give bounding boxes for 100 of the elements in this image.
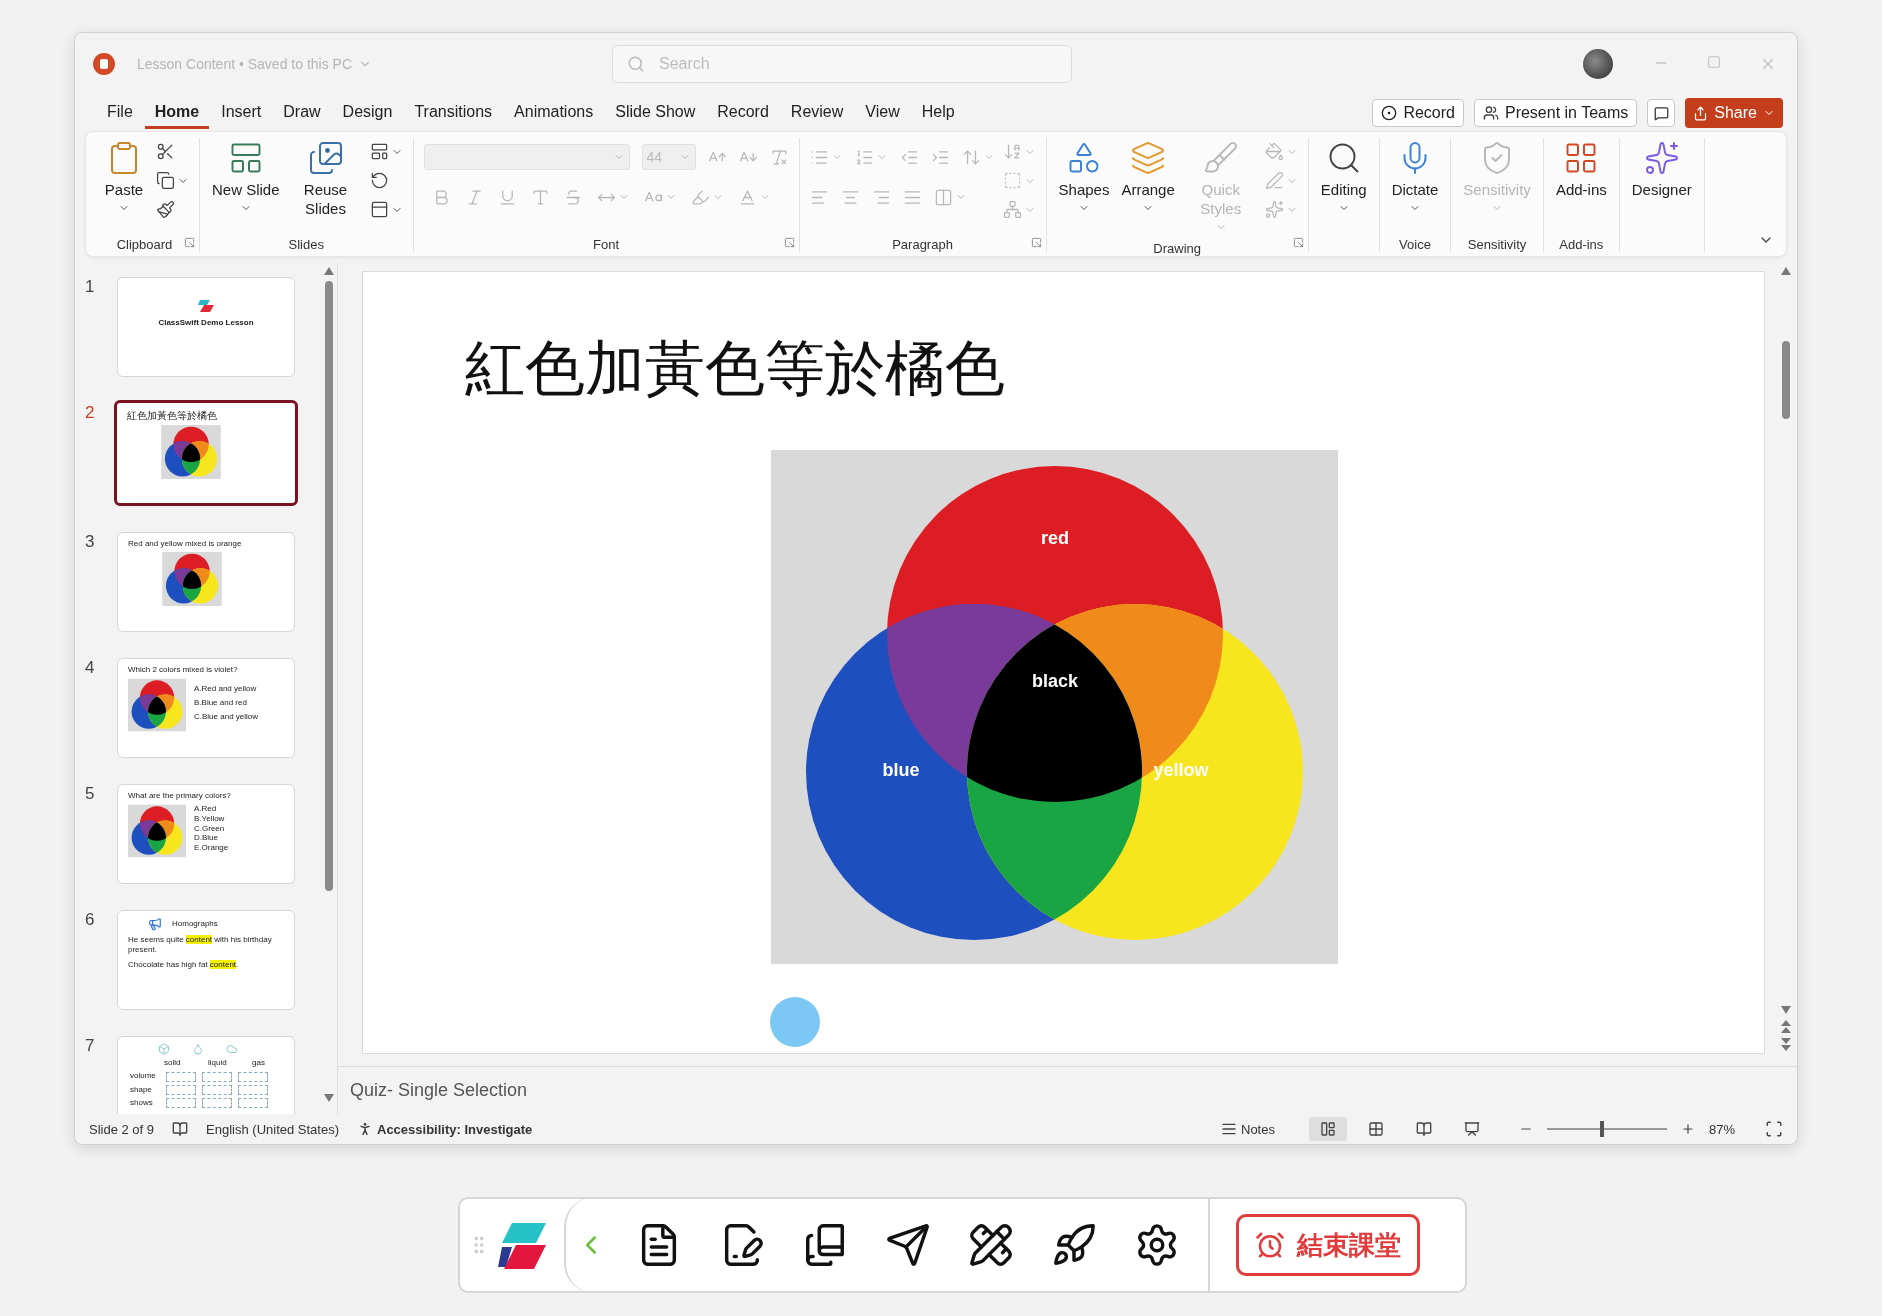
maximize-icon[interactable]: [1707, 55, 1721, 69]
view-button[interactable]: [1308, 1117, 1347, 1141]
end-class-button[interactable]: 結束課堂: [1236, 1214, 1420, 1276]
rocket-icon[interactable]: [1051, 1222, 1097, 1268]
ribbon-button[interactable]: Paste: [100, 138, 148, 220]
group-label: Sensitivity: [1466, 236, 1528, 252]
record-button[interactable]: Record: [1372, 99, 1464, 127]
ribbon-button[interactable]: New Slide: [210, 138, 282, 220]
scissors-icon[interactable]: [156, 142, 175, 161]
avatar-icon[interactable]: [1583, 49, 1613, 79]
layers-icon: [1130, 140, 1167, 176]
slide-thumbnail[interactable]: Red and yellow mixed is orange: [117, 532, 295, 632]
slide-thumb-title: 紅色加黃色等於橘色: [127, 409, 218, 422]
copy-icon[interactable]: [156, 171, 175, 190]
ribbon-button[interactable]: Reuse Slides: [289, 138, 362, 220]
menu-tab[interactable]: File: [97, 97, 143, 129]
slide-title[interactable]: 紅色加黃色等於橘色: [465, 328, 1764, 408]
zoom-in-icon[interactable]: [1680, 1122, 1695, 1136]
menu-tab[interactable]: Animations: [504, 97, 604, 129]
slide-number: 4: [85, 658, 96, 678]
scroll-up-icon[interactable]: [324, 267, 334, 275]
spelling-icon[interactable]: [172, 1121, 189, 1137]
venn-label: yellow: [1153, 760, 1209, 780]
menu-tab[interactable]: Design: [332, 97, 403, 129]
ribbon-button[interactable]: Add-ins: [1553, 138, 1609, 201]
menu-tab[interactable]: Slide Show: [605, 97, 706, 129]
quiz-option: B.Yellow: [194, 814, 229, 824]
paintbrush-icon[interactable]: [156, 200, 175, 219]
search-field[interactable]: Search: [612, 45, 1073, 83]
slide-thumb-title: Red and yellow mixed is orange: [128, 539, 243, 550]
pencil-ruler-icon[interactable]: [968, 1222, 1014, 1268]
slide-thumb-sentence: He seems quite content with his birthday present.: [128, 935, 273, 956]
scroll-down-icon[interactable]: [324, 1094, 334, 1102]
table-cell: [166, 1098, 196, 1109]
slide-thumb-title: Which 2 colors mixed is violet?: [128, 665, 239, 676]
previous-slide-icon[interactable]: [1781, 1020, 1791, 1034]
ribbon-button[interactable]: Editing: [1318, 138, 1369, 220]
group-label: Add-ins: [1558, 236, 1605, 252]
slide-thumbnail[interactable]: What are the primary colors? A.Red B.Yellow C.Green D.Blue E.Orange: [117, 784, 295, 884]
slide-thumbnail[interactable]: solid liquid gas volume shape shows: [117, 1036, 295, 1114]
group-label: Slides: [287, 236, 325, 252]
slide-number: 3: [85, 532, 96, 552]
reset-icon[interactable]: [369, 171, 389, 190]
scrollbar-thumb[interactable]: [1782, 341, 1790, 419]
zoom-level[interactable]: 87%: [1708, 1121, 1735, 1137]
designer-icon: [1643, 140, 1680, 176]
table-header: solid: [164, 1058, 182, 1069]
table-row-label: shows: [130, 1098, 154, 1109]
send-icon[interactable]: [885, 1222, 931, 1268]
layout-icon[interactable]: [369, 142, 389, 161]
scroll-up-icon[interactable]: [1781, 267, 1791, 275]
menu-tab[interactable]: Record: [707, 97, 779, 129]
launcher-icon[interactable]: [184, 237, 195, 248]
share-icon: [1693, 105, 1709, 121]
accessibility-icon: [357, 1121, 373, 1137]
menu-tab[interactable]: Transitions: [404, 97, 503, 129]
zoom-thumb[interactable]: [1599, 1121, 1604, 1137]
fit-slide-icon[interactable]: [1765, 1120, 1783, 1138]
scroll-down-icon[interactable]: [1781, 1006, 1791, 1014]
font-name-field[interactable]: [423, 144, 630, 170]
slides-search-icon: [307, 140, 344, 176]
section-icon[interactable]: [369, 200, 389, 219]
slide-thumb-title: ClassSwift Demo Lesson: [158, 318, 254, 329]
share-button[interactable]: Share: [1685, 98, 1783, 128]
slide-thumbnail[interactable]: 紅色加黃色等於橘色: [114, 400, 298, 506]
notes-text[interactable]: Quiz- Single Selection: [350, 1080, 528, 1101]
teams-icon: [1482, 105, 1499, 121]
logo-icon: [198, 298, 214, 312]
menu-tab[interactable]: Insert: [211, 97, 272, 129]
notes-toggle[interactable]: Notes: [1241, 1121, 1275, 1137]
menu-tab[interactable]: View: [855, 97, 910, 129]
scrollbar-thumb[interactable]: [325, 281, 333, 891]
slide-thumbnail[interactable]: ClassSwift Demo Lesson: [117, 277, 295, 377]
table-cell: [166, 1084, 196, 1095]
group-label: Paragraph: [891, 236, 954, 252]
present-button[interactable]: Present in Teams: [1473, 99, 1638, 127]
slide-thumbnail[interactable]: Which 2 colors mixed is violet? A.Red and yellow B.Blue and red C.Blue and yellow: [117, 658, 295, 758]
comments-button[interactable]: [1647, 99, 1676, 127]
group-label: Drawing: [1152, 240, 1202, 256]
menu-tab[interactable]: Review: [780, 97, 854, 129]
search-icon: [627, 55, 646, 73]
venn-label: black: [1032, 671, 1078, 691]
venn-label: blue: [882, 760, 920, 780]
slide-number: 5: [85, 784, 96, 804]
table-header: liquid: [208, 1058, 228, 1069]
venn-label: red: [1041, 528, 1069, 548]
slide-number: 6: [85, 910, 96, 930]
ribbon-button[interactable]: Designer: [1629, 138, 1694, 201]
menu-tab[interactable]: Help: [911, 97, 965, 129]
document-title: Lesson Content • Saved to this PC: [137, 56, 353, 72]
language-label[interactable]: English (United States): [206, 1121, 339, 1137]
accessibility-status[interactable]: Accessibility: Investigate: [377, 1121, 533, 1137]
menu-tab[interactable]: Draw: [273, 97, 331, 129]
slide-number: 1: [85, 277, 96, 297]
ribbon-button[interactable]: Dictate: [1389, 138, 1441, 220]
table-cell: [166, 1071, 196, 1082]
reading-view-icon: [1415, 1121, 1432, 1137]
quiz-option: C.Green: [194, 823, 229, 834]
presentation-icon: [1463, 1121, 1480, 1137]
next-slide-icon[interactable]: [1781, 1038, 1791, 1052]
